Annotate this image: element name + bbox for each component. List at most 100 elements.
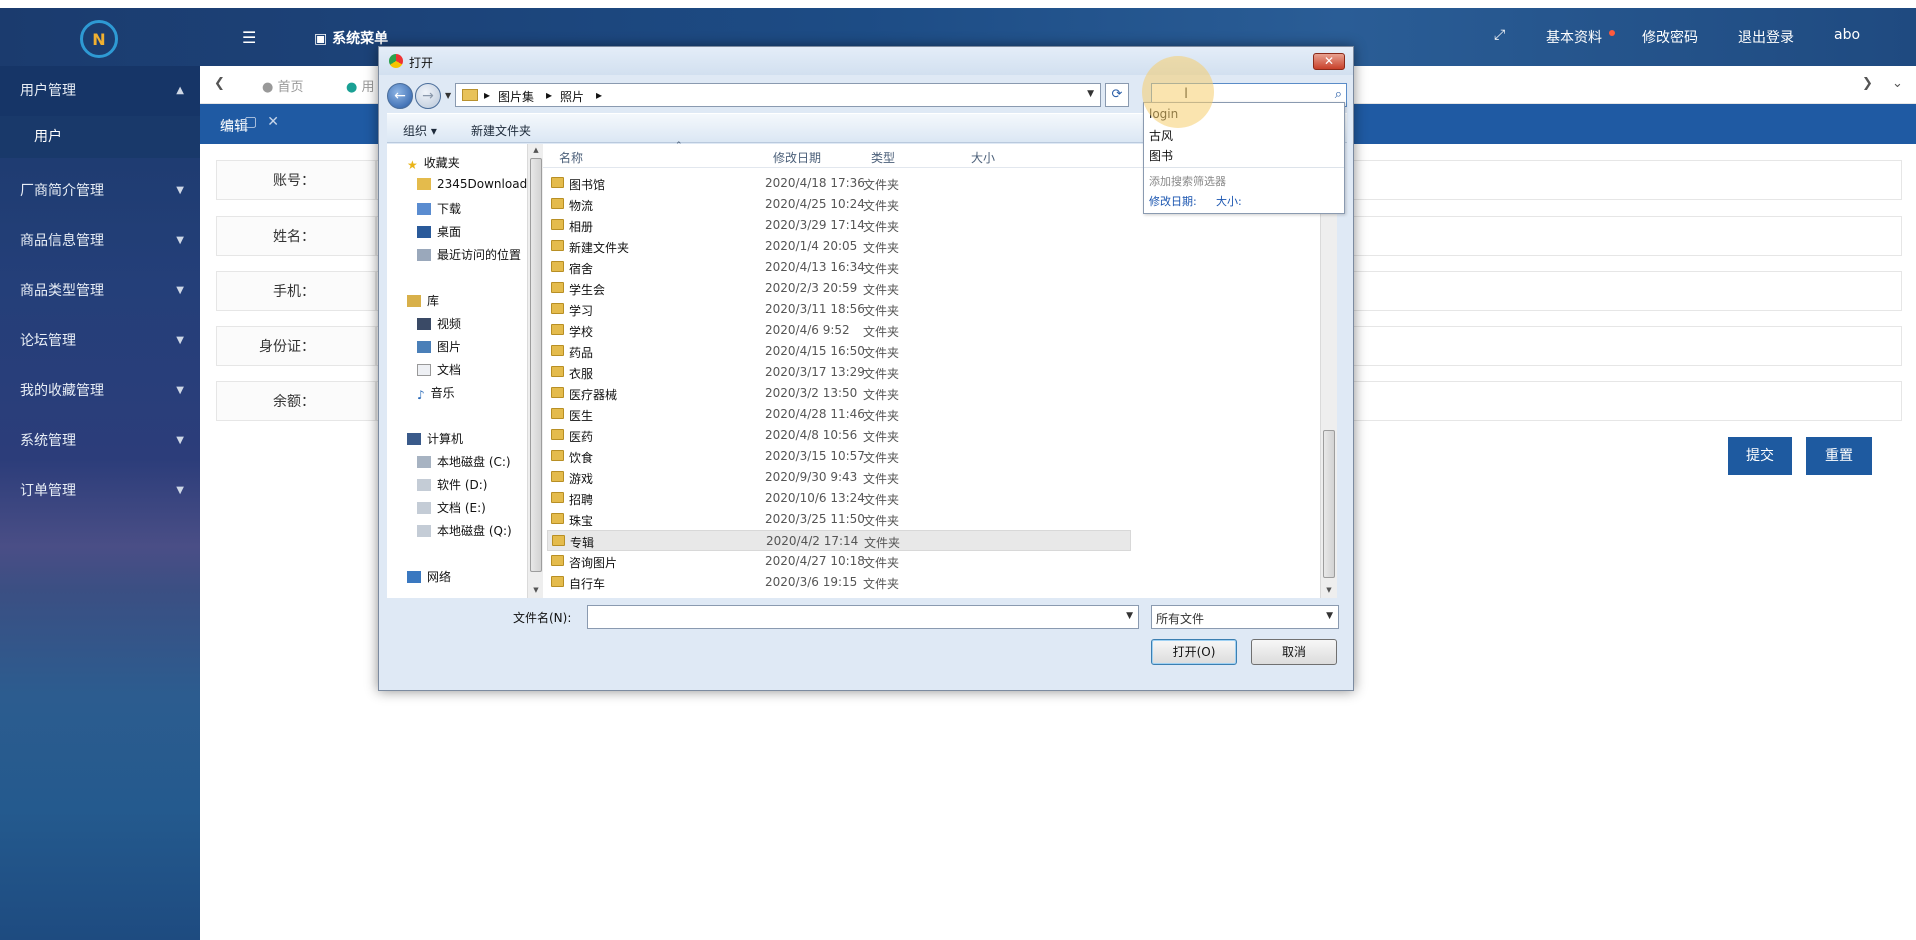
sidebar-subitem-user[interactable]: 用户 (0, 116, 200, 158)
file-row[interactable]: 图书馆 2020/4/18 17:36 文件夹 (547, 173, 1131, 194)
address-dropdown-icon[interactable]: ▼ (1087, 89, 1094, 99)
sidebar-item-product[interactable]: 商品信息管理 ▼ (0, 216, 200, 266)
file-row[interactable]: 医生 2020/4/28 11:46 文件夹 (547, 404, 1131, 425)
organize-button[interactable]: 组织 ▾ (403, 122, 437, 139)
file-row[interactable]: 新建文件夹 2020/1/4 20:05 文件夹 (547, 236, 1131, 257)
column-type[interactable]: 类型 (871, 149, 895, 166)
file-row[interactable]: 医药 2020/4/8 10:56 文件夹 (547, 425, 1131, 446)
nav-lib-item[interactable]: 文档 (417, 361, 461, 381)
sidebar-item-vendor[interactable]: 厂商简介管理 ▼ (0, 166, 200, 216)
nav-fav-item[interactable]: 桌面 (417, 223, 461, 243)
file-row[interactable]: 饮食 2020/3/15 10:57 文件夹 (547, 446, 1131, 467)
sidebar-item-user[interactable]: 用户管理 ▲ (0, 66, 200, 116)
fullscreen-icon[interactable]: ⤢ (1494, 27, 1505, 43)
file-row[interactable]: 招聘 2020/10/6 13:24 文件夹 (547, 488, 1131, 509)
open-button[interactable]: 打开(O) (1151, 639, 1237, 665)
breadcrumb-item[interactable]: 照片 (560, 88, 584, 105)
file-row[interactable]: 学习 2020/3/11 18:56 文件夹 (547, 299, 1131, 320)
tab-next-icon[interactable]: ❯ (1862, 76, 1873, 91)
filename-dropdown-icon[interactable]: ▼ (1126, 611, 1133, 621)
file-name: 游戏 (569, 472, 594, 486)
filter-modified-date[interactable]: 修改日期: (1149, 193, 1197, 209)
file-row[interactable]: 游戏 2020/9/30 9:43 文件夹 (547, 467, 1131, 488)
file-date: 2020/3/2 13:50 (765, 386, 858, 400)
nav-computer[interactable]: 计算机 (407, 430, 463, 450)
filter-size[interactable]: 大小: (1216, 193, 1242, 209)
sidebar-item-orders[interactable]: 订单管理 ▼ (0, 466, 200, 516)
dialog-close-button[interactable]: ✕ (1313, 53, 1345, 70)
history-dropdown-icon[interactable]: ▼ (445, 91, 451, 100)
file-row[interactable]: 宿舍 2020/4/13 16:34 文件夹 (547, 257, 1131, 278)
tab-prev-icon[interactable]: ❮ (214, 76, 225, 91)
file-row[interactable]: 医疗器械 2020/3/2 13:50 文件夹 (547, 383, 1131, 404)
file-row[interactable]: 珠宝 2020/3/25 11:50 文件夹 (547, 509, 1131, 530)
header-link-password[interactable]: 修改密码 (1642, 27, 1698, 47)
nav-fav-item[interactable]: 最近访问的位置 (417, 246, 521, 266)
nav-fav-item[interactable]: 下载 (417, 200, 461, 220)
file-row[interactable]: 自行车 2020/3/6 19:15 文件夹 (547, 572, 1131, 593)
breadcrumb-sep-icon[interactable]: ▸ (546, 88, 552, 102)
nav-lib-item[interactable]: 图片 (417, 338, 461, 358)
suggestion-item[interactable]: 图书 (1149, 147, 1173, 164)
scroll-up-icon[interactable]: ▲ (528, 146, 544, 154)
folder-icon (551, 513, 564, 524)
file-row[interactable]: 学校 2020/4/6 9:52 文件夹 (547, 320, 1131, 341)
filetype-dropdown-icon[interactable]: ▼ (1326, 611, 1333, 621)
tab-current[interactable]: ● 用 (346, 76, 375, 95)
new-folder-button[interactable]: 新建文件夹 (471, 122, 531, 139)
cancel-button[interactable]: 取消 (1251, 639, 1337, 665)
file-row[interactable]: 相册 2020/3/29 17:14 文件夹 (547, 215, 1131, 236)
breadcrumb-sep-icon[interactable]: ▸ (484, 88, 490, 102)
scrollbar-thumb[interactable] (530, 158, 542, 572)
nav-lib-item[interactable]: ♪ 音乐 (417, 384, 455, 404)
breadcrumb-item[interactable]: 图片集 (498, 88, 534, 105)
nav-network[interactable]: 网络 (407, 568, 451, 588)
nav-drive[interactable]: 软件 (D:) (417, 476, 487, 496)
tab-home[interactable]: ● 首页 (262, 76, 304, 95)
file-row[interactable]: 衣服 2020/3/17 13:29 文件夹 (547, 362, 1131, 383)
file-row[interactable]: 物流 2020/4/25 10:24 文件夹 (547, 194, 1131, 215)
header-username[interactable]: abo (1834, 27, 1860, 43)
tab-menu-chevron-icon[interactable]: ⌄ (1892, 76, 1903, 91)
reset-button[interactable]: 重置 (1806, 437, 1872, 475)
scrollbar-thumb[interactable] (1323, 430, 1335, 578)
breadcrumb-sep-icon[interactable]: ▸ (596, 88, 602, 102)
system-menu-label[interactable]: ▣ 系统菜单 (314, 28, 388, 48)
nav-lib-item[interactable]: 视频 (417, 315, 461, 335)
forward-button[interactable]: → (415, 83, 441, 109)
address-bar[interactable]: ▸ 图片集 ▸ 照片 ▸ ▼ (455, 83, 1101, 107)
file-row[interactable]: 学生会 2020/2/3 20:59 文件夹 (547, 278, 1131, 299)
menu-toggle-icon[interactable]: ☰ (242, 28, 256, 47)
filetype-select[interactable]: 所有文件 ▼ (1151, 605, 1339, 629)
sidebar-item-favorites[interactable]: 我的收藏管理 ▼ (0, 366, 200, 416)
scroll-down-icon[interactable]: ▼ (528, 586, 544, 594)
file-row[interactable]: 专辑 2020/4/2 17:14 文件夹 (547, 530, 1131, 551)
file-name: 新建文件夹 (569, 241, 630, 255)
video-icon (417, 318, 431, 330)
header-link-logout[interactable]: 退出登录 (1738, 27, 1794, 47)
scroll-down-icon[interactable]: ▼ (1321, 586, 1337, 594)
nav-library[interactable]: 库 (407, 292, 439, 312)
filename-input[interactable]: ▼ (587, 605, 1139, 629)
refresh-button[interactable]: ⟳ (1105, 83, 1129, 107)
search-icon[interactable]: ⌕ (1335, 87, 1342, 102)
nav-drive[interactable]: 本地磁盘 (C:) (417, 453, 511, 473)
nav-pane-scrollbar[interactable]: ▲ ▼ (527, 144, 544, 598)
nav-drive[interactable]: 文档 (E:) (417, 499, 486, 519)
nav-fav-item[interactable]: 2345Downloads (417, 177, 533, 197)
nav-favorites[interactable]: ★ 收藏夹 (407, 154, 460, 174)
column-name[interactable]: 名称 (559, 149, 583, 166)
column-size[interactable]: 大小 (971, 149, 995, 166)
suggestion-item[interactable]: 古风 (1149, 127, 1173, 144)
back-button[interactable]: ← (387, 83, 413, 109)
nav-drive[interactable]: 本地磁盘 (Q:) (417, 522, 512, 542)
header-link-profile[interactable]: 基本资料 (1546, 27, 1602, 47)
field-label: 身份证： (216, 326, 376, 366)
sidebar-item-forum[interactable]: 论坛管理 ▼ (0, 316, 200, 366)
submit-button[interactable]: 提交 (1728, 437, 1792, 475)
column-date[interactable]: 修改日期 (773, 149, 821, 166)
file-row[interactable]: 咨询图片 2020/4/27 10:18 文件夹 (547, 551, 1131, 572)
sidebar-item-system[interactable]: 系统管理 ▼ (0, 416, 200, 466)
sidebar-item-category[interactable]: 商品类型管理 ▼ (0, 266, 200, 316)
file-row[interactable]: 药品 2020/4/15 16:50 文件夹 (547, 341, 1131, 362)
